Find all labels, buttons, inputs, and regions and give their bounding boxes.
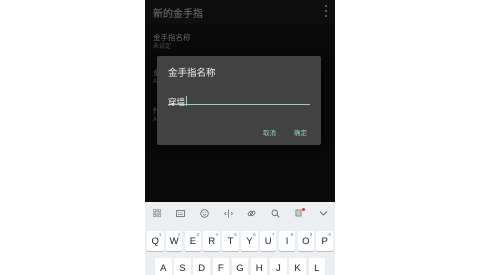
key-hint: 9 bbox=[309, 232, 313, 237]
emoji-icon[interactable] bbox=[196, 208, 212, 220]
key-o[interactable]: O9 bbox=[297, 231, 315, 251]
key-label: K bbox=[294, 262, 301, 274]
key-hint: 2 bbox=[177, 232, 181, 237]
cancel-button[interactable]: 取消 bbox=[263, 127, 276, 137]
key-hint: 1 bbox=[158, 232, 162, 237]
key-label: W bbox=[169, 235, 179, 247]
apps-icon[interactable] bbox=[149, 208, 165, 219]
key-y[interactable]: Y6 bbox=[241, 231, 258, 251]
key-g[interactable]: G bbox=[231, 258, 249, 275]
key-q[interactable]: Q1 bbox=[147, 231, 164, 251]
cursor-icon[interactable] bbox=[220, 209, 236, 220]
cheat-name-input[interactable]: 穿墙 bbox=[168, 90, 310, 108]
keyboard-row-1: Q1 W2 E3 R4 T5 Y6 U7 I8 O9 P0 bbox=[147, 231, 333, 251]
key-s[interactable]: S bbox=[174, 258, 191, 275]
key-label: L bbox=[314, 262, 320, 274]
key-label: P bbox=[321, 235, 328, 247]
key-label: U bbox=[264, 235, 272, 247]
key-label: A bbox=[160, 262, 167, 274]
soft-keyboard: Q1 W2 E3 R4 T5 Y6 U7 I8 O9 P0 A S D F G … bbox=[145, 202, 335, 275]
key-l[interactable]: L bbox=[308, 258, 325, 275]
key-hint: 8 bbox=[290, 232, 294, 237]
key-j[interactable]: J bbox=[270, 258, 287, 275]
key-h[interactable]: H bbox=[250, 258, 268, 275]
phone-screen: 新的金手指 金手指名称 未设定 金 A 代 A 金手指名称 穿墙 取消 确定 bbox=[145, 0, 335, 275]
key-label: O bbox=[302, 235, 310, 247]
keyboard-toolbar bbox=[145, 202, 335, 226]
key-hint: 3 bbox=[196, 232, 200, 237]
name-dialog: 金手指名称 穿墙 取消 确定 bbox=[157, 56, 321, 145]
key-label: D bbox=[198, 262, 206, 274]
key-a[interactable]: A bbox=[155, 258, 172, 275]
input-value: 穿墙 bbox=[168, 98, 186, 108]
key-u[interactable]: U7 bbox=[259, 231, 277, 251]
key-label: Q bbox=[151, 235, 159, 247]
key-hint: 6 bbox=[253, 232, 256, 237]
key-e[interactable]: E3 bbox=[184, 231, 202, 251]
key-hint: 5 bbox=[234, 232, 237, 237]
key-hint: 4 bbox=[215, 232, 218, 237]
key-label: E bbox=[189, 235, 197, 247]
key-label: R bbox=[208, 235, 216, 247]
collapse-icon[interactable] bbox=[315, 210, 331, 219]
key-label: H bbox=[255, 262, 263, 274]
ok-button[interactable]: 确定 bbox=[294, 127, 307, 137]
voice-icon[interactable] bbox=[291, 207, 307, 220]
key-label: S bbox=[179, 262, 186, 274]
key-label: Y bbox=[246, 235, 253, 247]
search-icon[interactable] bbox=[268, 209, 284, 220]
key-p[interactable]: P0 bbox=[316, 231, 333, 251]
key-label: T bbox=[227, 235, 234, 247]
key-label: I bbox=[285, 235, 289, 247]
key-t[interactable]: T5 bbox=[222, 231, 239, 251]
key-label: F bbox=[217, 262, 224, 274]
key-hint: 0 bbox=[328, 232, 331, 237]
key-label: G bbox=[236, 262, 244, 274]
key-f[interactable]: F bbox=[212, 258, 230, 275]
keyboard-icon[interactable] bbox=[173, 209, 189, 219]
dialog-title: 金手指名称 bbox=[168, 68, 216, 79]
key-d[interactable]: D bbox=[193, 258, 210, 275]
key-k[interactable]: K bbox=[289, 258, 306, 275]
notification-dot bbox=[302, 207, 306, 211]
key-label: J bbox=[276, 262, 281, 274]
keyboard-row-2: A S D F G H J K L bbox=[155, 258, 325, 275]
key-hint: 7 bbox=[271, 232, 275, 237]
key-i[interactable]: I8 bbox=[278, 231, 296, 251]
key-r[interactable]: R4 bbox=[203, 231, 220, 251]
text-caret bbox=[186, 95, 188, 106]
key-w[interactable]: W2 bbox=[165, 231, 183, 251]
link-icon[interactable] bbox=[244, 209, 260, 220]
